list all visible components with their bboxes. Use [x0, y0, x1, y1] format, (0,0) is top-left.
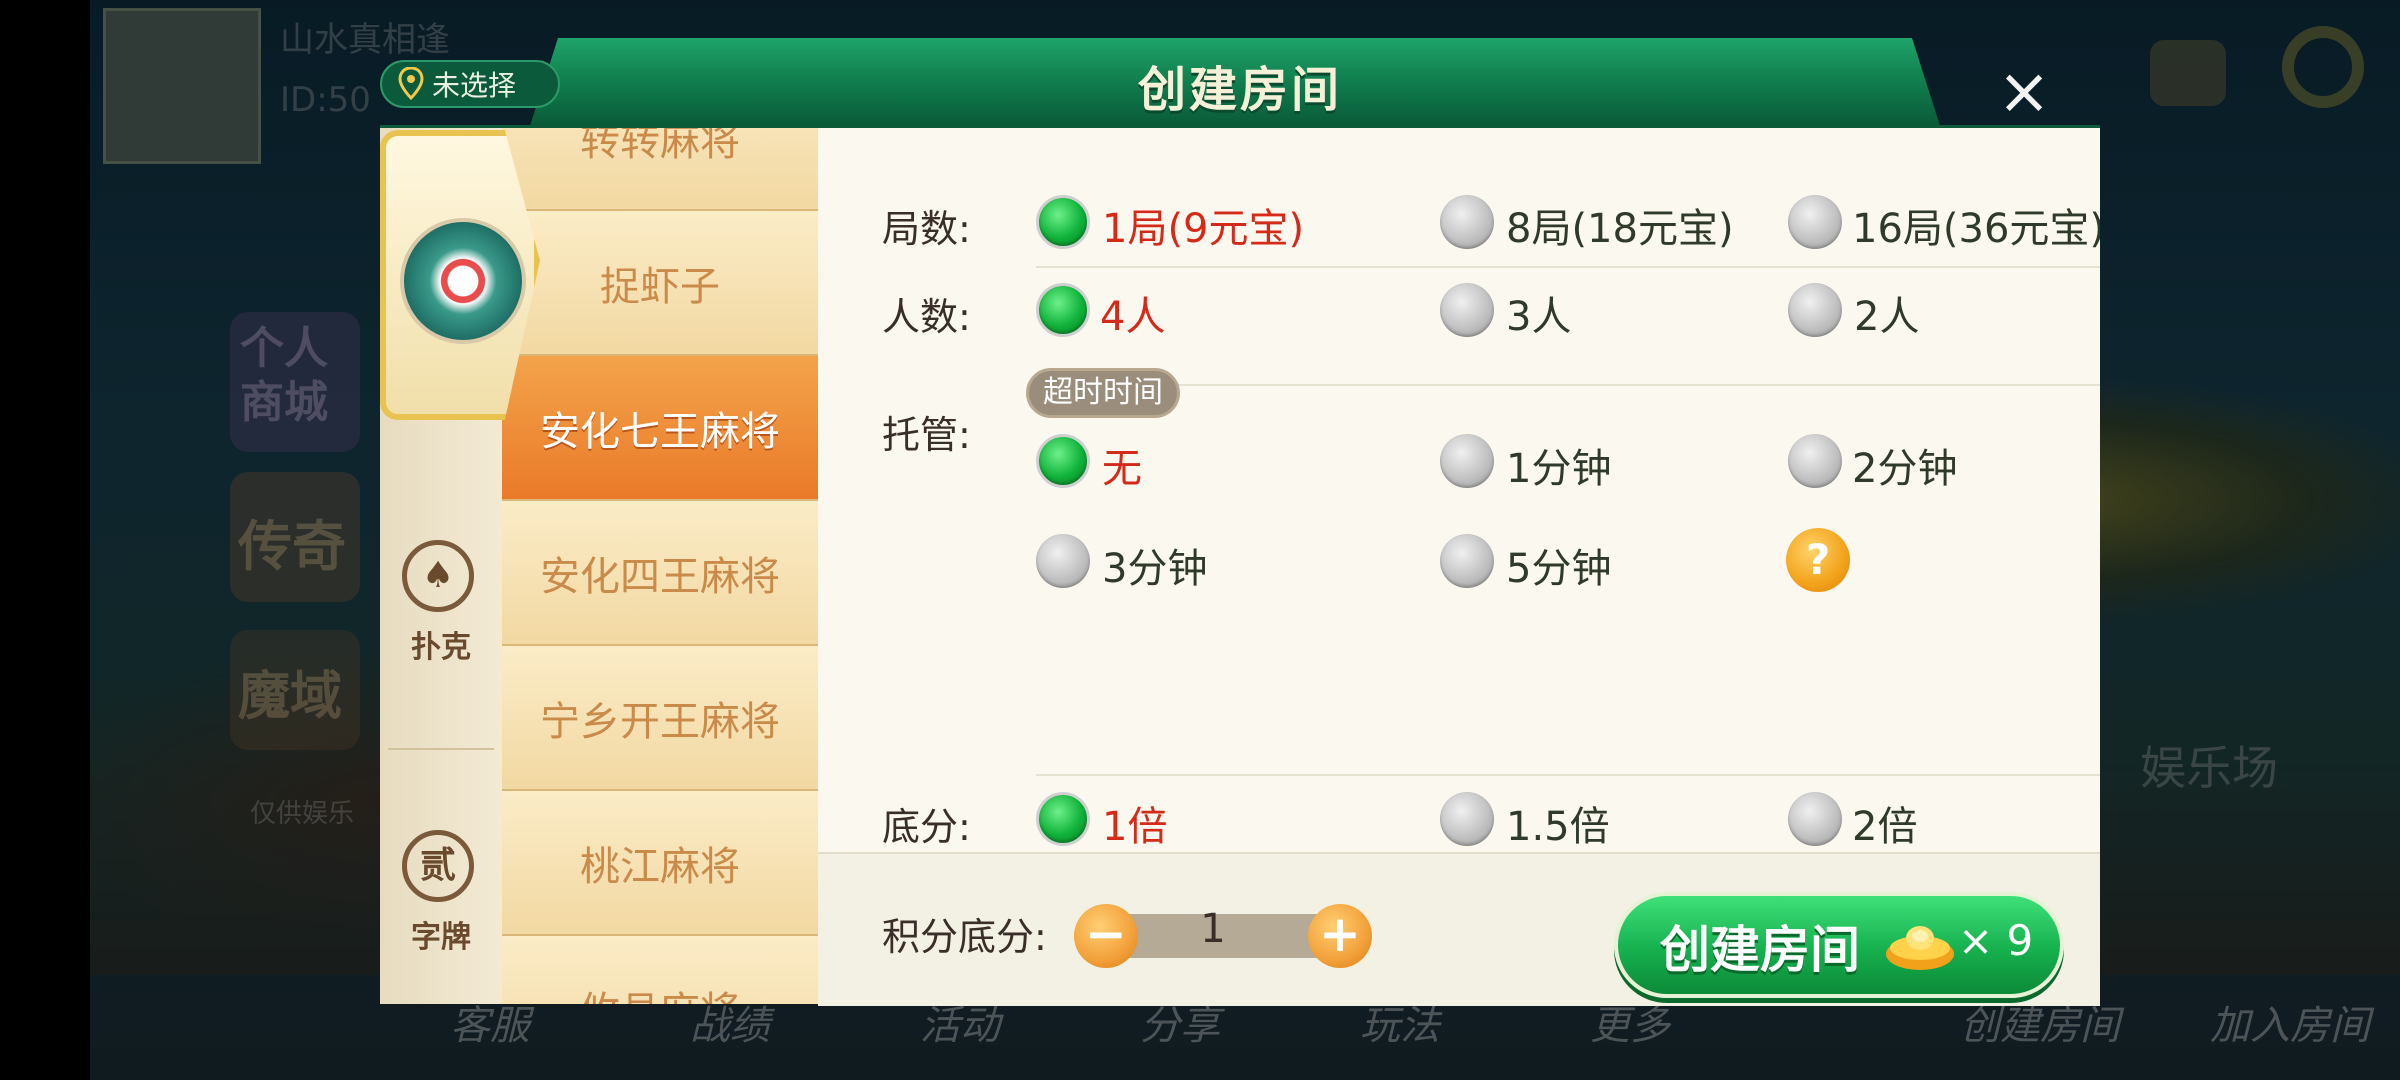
trustee-radio-2min[interactable]	[1788, 434, 1842, 488]
row-divider	[1036, 266, 2100, 268]
location-pin-icon	[398, 67, 424, 101]
gold-ingot-icon	[1886, 926, 1954, 970]
players-label: 人数:	[882, 295, 971, 339]
players-radio-2[interactable]	[1788, 283, 1842, 337]
trustee-option-none[interactable]: 无	[1102, 436, 1142, 494]
game-item[interactable]: 宁乡开王麻将	[502, 646, 818, 791]
bg-nav-join-room[interactable]: 加入房间	[2210, 993, 2370, 1051]
rounds-option-8[interactable]: 8局(18元宝)	[1506, 196, 1734, 254]
multiplier-option-2[interactable]: 2倍	[1852, 794, 1917, 852]
rounds-radio-8[interactable]	[1440, 195, 1494, 249]
rounds-label: 局数:	[882, 207, 971, 251]
create-room-dialog: 创建房间 未选择 × ♠ 扑克 贰 字牌 转转麻将 捉虾子 安化七王麻将 安化四…	[380, 38, 2100, 1010]
trustee-option-3min[interactable]: 3分钟	[1102, 536, 1207, 594]
category-poker[interactable]: ♠ 扑克	[380, 540, 502, 720]
mahjong-emblem-icon	[400, 218, 526, 344]
trustee-option-2min[interactable]: 2分钟	[1852, 436, 1957, 494]
row-divider	[1036, 384, 2100, 386]
multiplier-option-1-5[interactable]: 1.5倍	[1506, 794, 1610, 852]
trustee-radio-none[interactable]	[1036, 434, 1090, 488]
score-plus-button[interactable]: +	[1308, 904, 1372, 968]
spade-icon: ♠	[402, 540, 474, 612]
trustee-label: 托管:	[882, 413, 971, 457]
close-button[interactable]: ×	[1992, 60, 2056, 124]
create-room-label: 创建房间	[1660, 921, 1860, 979]
trustee-option-5min[interactable]: 5分钟	[1506, 536, 1611, 594]
players-option-4[interactable]: 4人	[1100, 284, 1165, 342]
game-item[interactable]: 攸县麻将	[502, 936, 818, 1004]
category-poker-label: 扑克	[411, 630, 471, 665]
location-label: 未选择	[432, 69, 517, 102]
dialog-title: 创建房间	[1137, 62, 1342, 118]
trustee-radio-3min[interactable]	[1036, 534, 1090, 588]
create-room-button[interactable]: 创建房间 × 9	[1614, 892, 2064, 998]
game-item[interactable]: 桃江麻将	[502, 791, 818, 936]
game-item[interactable]: 安化四王麻将	[502, 501, 818, 646]
multiplier-option-1[interactable]: 1倍	[1102, 794, 1167, 852]
location-selector[interactable]: 未选择	[380, 60, 560, 108]
category-zipai-label: 字牌	[411, 920, 471, 955]
options-panel: 局数: 1局(9元宝) 8局(18元宝) 16局(36元宝) 人数: 4人 3人…	[818, 128, 2100, 1006]
players-option-2[interactable]: 2人	[1854, 284, 1919, 342]
multiplier-radio-1[interactable]	[1036, 792, 1090, 846]
trustee-radio-5min[interactable]	[1440, 534, 1494, 588]
game-list: 转转麻将 捉虾子 安化七王麻将 安化四王麻将 宁乡开王麻将 桃江麻将 攸县麻将	[502, 128, 818, 1004]
score-base-label: 积分底分:	[882, 915, 1047, 959]
er-glyph-icon: 贰	[402, 830, 474, 902]
players-radio-3[interactable]	[1440, 283, 1494, 337]
game-item[interactable]: 捉虾子	[502, 211, 818, 356]
rounds-option-16[interactable]: 16局(36元宝)	[1852, 196, 2100, 254]
players-option-3[interactable]: 3人	[1506, 284, 1571, 342]
category-divider	[388, 748, 494, 750]
game-item-active[interactable]: 安化七王麻将	[502, 356, 818, 501]
score-minus-button[interactable]: −	[1074, 904, 1138, 968]
timeout-badge: 超时时间	[1026, 368, 1180, 418]
game-item[interactable]: 转转麻将	[502, 128, 818, 211]
bottom-bar: 积分底分: 1 − + 创建房间 × 9	[818, 852, 2100, 1006]
multiplier-radio-1-5[interactable]	[1440, 792, 1494, 846]
rounds-option-1[interactable]: 1局(9元宝)	[1102, 196, 1304, 254]
trustee-option-1min[interactable]: 1分钟	[1506, 436, 1611, 494]
base-multiplier-label: 底分:	[882, 805, 971, 849]
category-zipai[interactable]: 贰 字牌	[380, 830, 502, 1010]
help-icon[interactable]: ?	[1786, 528, 1850, 592]
rounds-radio-1[interactable]	[1036, 195, 1090, 249]
rounds-radio-16[interactable]	[1788, 195, 1842, 249]
create-room-multiplier: × 9	[1958, 916, 2034, 965]
trustee-radio-1min[interactable]	[1440, 434, 1494, 488]
row-divider	[1036, 774, 2100, 776]
options-scroll-area[interactable]: 局数: 1局(9元宝) 8局(18元宝) 16局(36元宝) 人数: 4人 3人…	[818, 128, 2100, 852]
multiplier-radio-2[interactable]	[1788, 792, 1842, 846]
players-radio-4[interactable]	[1036, 283, 1090, 337]
